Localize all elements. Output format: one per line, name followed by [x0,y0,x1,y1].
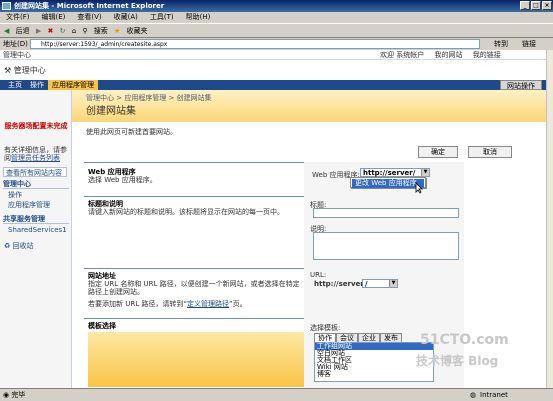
go-button[interactable]: 转到 [494,38,508,50]
warning-text: 服务器场配置未完成 [4,122,68,130]
list-item[interactable]: 博客 [315,371,433,378]
my-site-link[interactable]: 我的网站 [434,51,462,59]
left-nav: 服务器场配置未完成 有关详细信息，请参阅管理员任务列表 查看所有网站内容 管理中… [0,90,72,388]
address-label: 地址(D) [3,40,28,48]
top-links: 欢迎 系统帐户 我的网站 我的链接 [380,50,509,60]
url-path-dropdown[interactable]: / ▼ [362,279,398,288]
zone-text: Intranet [480,391,508,399]
web-page: 管理中心 欢迎 系统帐户 我的网站 我的链接 ⚒ 管理中心 主页 操作 应用程序… [0,50,546,388]
search-icon[interactable]: ⚲ [82,24,87,38]
status-text: 完毕 [11,391,26,399]
tab-app-management[interactable]: 应用程序管理 [48,80,98,90]
nav-tabs: 主页 操作 应用程序管理 网站操作 [0,80,546,90]
chevron-down-icon[interactable]: ▼ [389,280,397,287]
title-section-desc: 请键入新网站的标题和说明。该标题将显示在网站的每一页中。 [88,208,284,216]
my-links-link[interactable]: 我的链接 [473,51,501,59]
tab-operations[interactable]: 操作 [26,80,48,90]
zone-icon: ◍ [470,391,477,399]
url-panel [304,268,464,318]
site-actions-button[interactable]: 网站操作 [500,80,542,90]
close-button[interactable]: × [542,1,552,10]
title-bar: 创建网站集 - Microsoft Internet Explorer _ □ … [0,0,553,12]
info-text: 有关详细信息，请参阅管理员任务列表 [4,146,67,162]
address-input[interactable]: http://server:1593/_admin/createsite.asp… [30,39,480,49]
menu-help[interactable]: 帮助(H) [186,13,211,21]
address-bar: 地址(D) http://server:1593/_admin/createsi… [0,38,553,50]
mouse-pointer-icon [415,182,423,194]
page-done-icon: ◉ [3,391,10,399]
back-button[interactable]: 后退 [16,24,30,38]
tab-collaboration[interactable]: 协作 [314,333,336,342]
watermark-bottom: 技术博客 Blog [416,354,499,368]
brand-title: 管理中心 [13,66,46,75]
brand: ⚒ 管理中心 [4,62,46,80]
chevron-down-icon[interactable]: ▼ [421,169,429,176]
watermark-top: 51CTO.com [420,332,509,348]
nav-item-app-management[interactable]: 应用程序管理 [8,201,50,210]
admin-task-list-link[interactable]: 管理员任务列表 [11,154,60,162]
nav-heading-central-admin[interactable]: 管理中心 [3,180,69,189]
menu-favorites[interactable]: 收藏(A) [114,13,138,21]
url-prefix: http://server [314,280,364,288]
minimize-button[interactable]: _ [520,1,530,10]
webapp-dropdown[interactable]: http://server/▼ [360,168,430,177]
webapp-section-desc: 选择 Web 应用程序。 [88,176,157,184]
page-description: 使用此网页可新建首要网站。 [86,128,177,136]
tab-meetings[interactable]: 会议 [336,333,358,342]
template-label: 选择模板: [310,324,341,332]
admin-tools-icon: ⚒ [4,66,12,75]
window-title: 创建网站集 - Microsoft Internet Explorer [14,2,165,10]
tab-home[interactable]: 主页 [4,80,26,90]
title-input[interactable] [313,208,459,218]
template-tabs: 协作 会议 企业 发布 [314,333,402,342]
favorites-button[interactable]: 收藏夹 [127,24,148,38]
forward-icon[interactable]: ▶ [36,24,41,38]
home-icon[interactable]: ⌂ [72,24,76,38]
page-title: 创建网站集 [86,106,136,117]
view-all-content-link[interactable]: 查看所有网站内容 [3,167,67,177]
links-button[interactable]: 链接 [522,38,536,50]
nav-heading-shared-services[interactable]: 共享服务管理 [3,215,69,224]
ok-button[interactable]: 确定 [418,146,458,158]
tab-enterprise[interactable]: 企业 [358,333,380,342]
recycle-bin-link[interactable]: ♻ 回收站 [4,242,34,251]
status-bar: ◉ 完毕 ◍ Intranet [0,388,553,401]
ie-icon [2,2,11,10]
url-section-desc: 指定 URL 名称和 URL 路径，以便创建一个新网站，或者选择在特定路径上创建… [88,280,300,296]
refresh-icon[interactable]: ↻ [60,24,66,38]
template-preview-image [88,332,304,387]
nav-item-operations[interactable]: 操作 [8,191,22,200]
url-label: URL: [310,271,327,279]
toolbar: ◀ 后退 ▶ ✖ ↻ ⌂ ⚲ 搜索 ★ 收藏夹 [0,23,553,38]
vertical-scrollbar[interactable] [546,50,553,388]
search-button[interactable]: 搜索 [94,24,108,38]
back-icon[interactable]: ◀ [4,24,9,38]
stop-icon[interactable]: ✖ [47,24,53,38]
menu-view[interactable]: 查看(V) [77,13,101,21]
template-section-title: 模板选择 [88,322,116,330]
menu-file[interactable]: 文件(F) [6,13,30,21]
favorites-icon[interactable]: ★ [114,24,120,38]
maximize-button[interactable]: □ [531,1,541,10]
define-managed-paths-link[interactable]: 定义管理路径 [187,300,229,308]
description-textarea[interactable] [313,232,459,260]
url-section-desc2: 若要添加新 URL 路径，请转到“定义管理路径”页。 [88,300,247,308]
recycle-bin-icon: ♻ [4,242,11,250]
menu-tools[interactable]: 工具(T) [150,13,174,21]
menu-edit[interactable]: 编辑(E) [42,13,66,21]
welcome-link[interactable]: 欢迎 系统帐户 [380,51,424,59]
tab-publishing[interactable]: 发布 [380,333,402,342]
top-site-name: 管理中心 [3,51,31,59]
cancel-button[interactable]: 取消 [468,146,512,158]
menu-bar: 文件(F) 编辑(E) 查看(V) 收藏(A) 工具(T) 帮助(H) [0,12,553,23]
change-webapp-menu-item[interactable]: 更改 Web 应用程序 [352,179,424,188]
nav-item-sharedservices1[interactable]: SharedServices1 [8,226,67,235]
